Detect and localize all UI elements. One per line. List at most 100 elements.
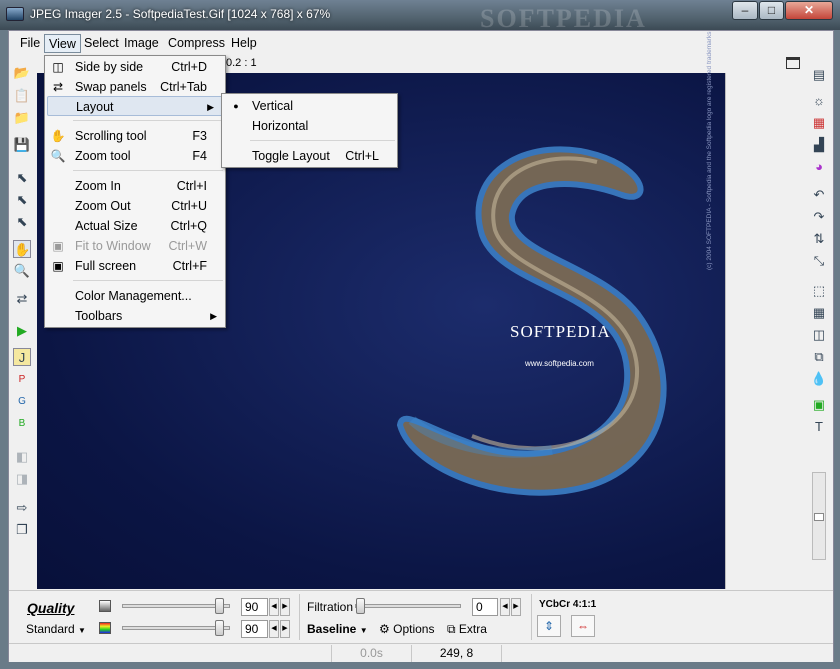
bmp-mode-icon[interactable]: B: [13, 415, 31, 433]
select-add-icon[interactable]: ⬉: [13, 213, 31, 231]
window-title: JPEG Imager 2.5 - SoftpediaTest.Gif [102…: [30, 7, 331, 21]
dropdown-arrow-icon: ▼: [78, 626, 86, 635]
swap-icon[interactable]: ⇄: [13, 290, 31, 308]
grid-icon[interactable]: ▦: [810, 304, 828, 322]
color-balance-icon[interactable]: ▦: [810, 114, 828, 132]
export-icon[interactable]: ⇨: [13, 499, 31, 517]
quality-slider-1[interactable]: [122, 598, 230, 614]
quality-value-1[interactable]: 90: [241, 598, 268, 616]
menu-item-fit-to-window[interactable]: ▣ Fit to Window Ctrl+W: [45, 236, 225, 256]
select-region-icon[interactable]: ⬉: [13, 191, 31, 209]
menu-item-actual-size[interactable]: Actual Size Ctrl+Q: [45, 216, 225, 236]
gif-mode-icon[interactable]: G: [13, 393, 31, 411]
layout-submenu: ● Vertical Horizontal Toggle Layout Ctrl+L: [221, 93, 398, 168]
menu-select[interactable]: Select: [80, 34, 123, 53]
menu-separator: [73, 120, 223, 121]
menu-help[interactable]: Help: [227, 34, 261, 53]
hand-icon: ✋: [50, 129, 66, 143]
quality-slider-2[interactable]: [122, 620, 230, 636]
minimize-button[interactable]: –: [732, 1, 758, 20]
luma-icon: [99, 600, 111, 612]
menu-item-toolbars[interactable]: Toolbars ▶: [45, 306, 225, 326]
app-icon[interactable]: [6, 7, 24, 21]
options-button[interactable]: ⚙ Options: [379, 622, 434, 636]
swap-panels-icon: ⇄: [52, 80, 64, 94]
menu-item-zoom-tool[interactable]: 🔍 Zoom tool F4: [45, 146, 225, 166]
menu-compress[interactable]: Compress: [164, 34, 229, 53]
paste-icon[interactable]: 📋: [13, 87, 31, 105]
crop-icon[interactable]: ⬚: [810, 282, 828, 300]
drop-icon[interactable]: 💧: [810, 370, 828, 388]
color-wheel-icon[interactable]: ◕: [810, 158, 828, 176]
filtration-label: Filtration: [307, 600, 354, 614]
close-button[interactable]: ✕: [785, 1, 833, 20]
quality-value-2[interactable]: 90: [241, 620, 268, 638]
prev-icon[interactable]: ◧: [13, 448, 31, 466]
filtration-slider-thumb[interactable]: [356, 598, 365, 614]
quality-slider-2-thumb[interactable]: [215, 620, 224, 636]
extra-button[interactable]: ⧉ Extra: [447, 622, 487, 637]
menu-item-layout[interactable]: Layout ▶: [47, 96, 223, 116]
preset-dropdown[interactable]: Standard ▼: [26, 622, 86, 636]
filtration-down-button[interactable]: ◀: [500, 598, 510, 616]
baseline-dropdown[interactable]: Baseline ▼: [307, 622, 368, 636]
menu-item-zoom-out[interactable]: Zoom Out Ctrl+U: [45, 196, 225, 216]
brightness-icon[interactable]: ☼: [810, 92, 828, 110]
image-icon[interactable]: ▣: [810, 396, 828, 414]
soft-edge-thumb[interactable]: [814, 513, 824, 521]
properties-icon[interactable]: ▤: [810, 66, 828, 84]
view-menu: ◫ Side by side Ctrl+D ⇄ Swap panels Ctrl+Tab…: [44, 55, 226, 328]
open-file-icon[interactable]: 📁: [13, 109, 31, 127]
next-icon[interactable]: ◨: [13, 470, 31, 488]
rotate-left-icon[interactable]: ↶: [810, 186, 828, 204]
copy-icon[interactable]: ❐: [13, 521, 31, 539]
menu-file[interactable]: File: [16, 34, 44, 53]
flip-icon[interactable]: ⇅: [810, 230, 828, 248]
jpeg-mode-icon[interactable]: J: [13, 348, 31, 366]
menu-item-toggle-layout[interactable]: Toggle Layout Ctrl+L: [222, 146, 397, 166]
menu-item-scrolling-tool[interactable]: ✋ Scrolling tool F3: [45, 126, 225, 146]
quality-2-up-button[interactable]: ▶: [280, 620, 290, 638]
subsampling-button-2[interactable]: ⇔: [571, 615, 595, 637]
quality-1-down-button[interactable]: ◀: [269, 598, 279, 616]
title-bar[interactable]: SOFTPEDIA JPEG Imager 2.5 - SoftpediaTes…: [0, 0, 840, 33]
filtration-value[interactable]: 0: [472, 598, 498, 616]
open-folder-icon[interactable]: 📂: [13, 64, 31, 82]
histogram-icon[interactable]: ▟: [810, 136, 828, 154]
png-mode-icon[interactable]: P: [13, 371, 31, 389]
menu-image[interactable]: Image: [120, 34, 163, 53]
ycbcr-label: YCbCr 4:1:1: [539, 599, 597, 610]
menu-item-zoom-in[interactable]: Zoom In Ctrl+I: [45, 176, 225, 196]
rotate-right-icon[interactable]: ↷: [810, 208, 828, 226]
quality-1-up-button[interactable]: ▶: [280, 598, 290, 616]
scroll-hand-icon[interactable]: ✋: [13, 240, 31, 258]
left-toolbar: 📂 📋 📁 💾 ⬉ ⬉ ⬉ ✋ 🔍 ⇄ ▶ J P G B ◧ ◨ ⇨ ❐: [9, 56, 35, 588]
split-icon[interactable]: ◫: [810, 326, 828, 344]
filtration-slider[interactable]: [355, 598, 461, 614]
dropdown-arrow-icon: ▼: [359, 626, 368, 635]
magnifier-icon: 🔍: [50, 149, 66, 163]
zoom-ratio: 0.2 : 1: [226, 57, 257, 69]
filtration-up-button[interactable]: ▶: [511, 598, 521, 616]
soft-edge-slider[interactable]: [812, 472, 826, 560]
resize-icon[interactable]: ⤡: [810, 252, 828, 270]
quality-slider-1-thumb[interactable]: [215, 598, 224, 614]
quality-2-down-button[interactable]: ◀: [269, 620, 279, 638]
subsampling-button-1[interactable]: ⇕: [537, 615, 561, 637]
menu-item-swap-panels[interactable]: ⇄ Swap panels Ctrl+Tab: [45, 77, 225, 97]
merge-icon[interactable]: ⧉: [810, 348, 828, 366]
menu-item-side-by-side[interactable]: ◫ Side by side Ctrl+D: [45, 57, 225, 77]
menu-item-horizontal[interactable]: Horizontal: [222, 116, 397, 136]
compressed-pane[interactable]: [725, 73, 805, 589]
maximize-pane-icon[interactable]: [786, 57, 800, 69]
menu-view[interactable]: View: [44, 34, 81, 53]
select-arrow-icon[interactable]: ⬉: [13, 169, 31, 187]
menu-item-full-screen[interactable]: ▣ Full screen Ctrl+F: [45, 256, 225, 276]
compress-icon[interactable]: ▶: [13, 322, 31, 340]
save-icon[interactable]: 💾: [13, 136, 31, 154]
maximize-button[interactable]: □: [759, 1, 784, 20]
menu-item-vertical[interactable]: ● Vertical: [222, 96, 397, 116]
menu-item-color-management[interactable]: Color Management...: [45, 286, 225, 306]
zoom-icon[interactable]: 🔍: [13, 262, 31, 280]
text-icon[interactable]: T: [810, 418, 828, 436]
